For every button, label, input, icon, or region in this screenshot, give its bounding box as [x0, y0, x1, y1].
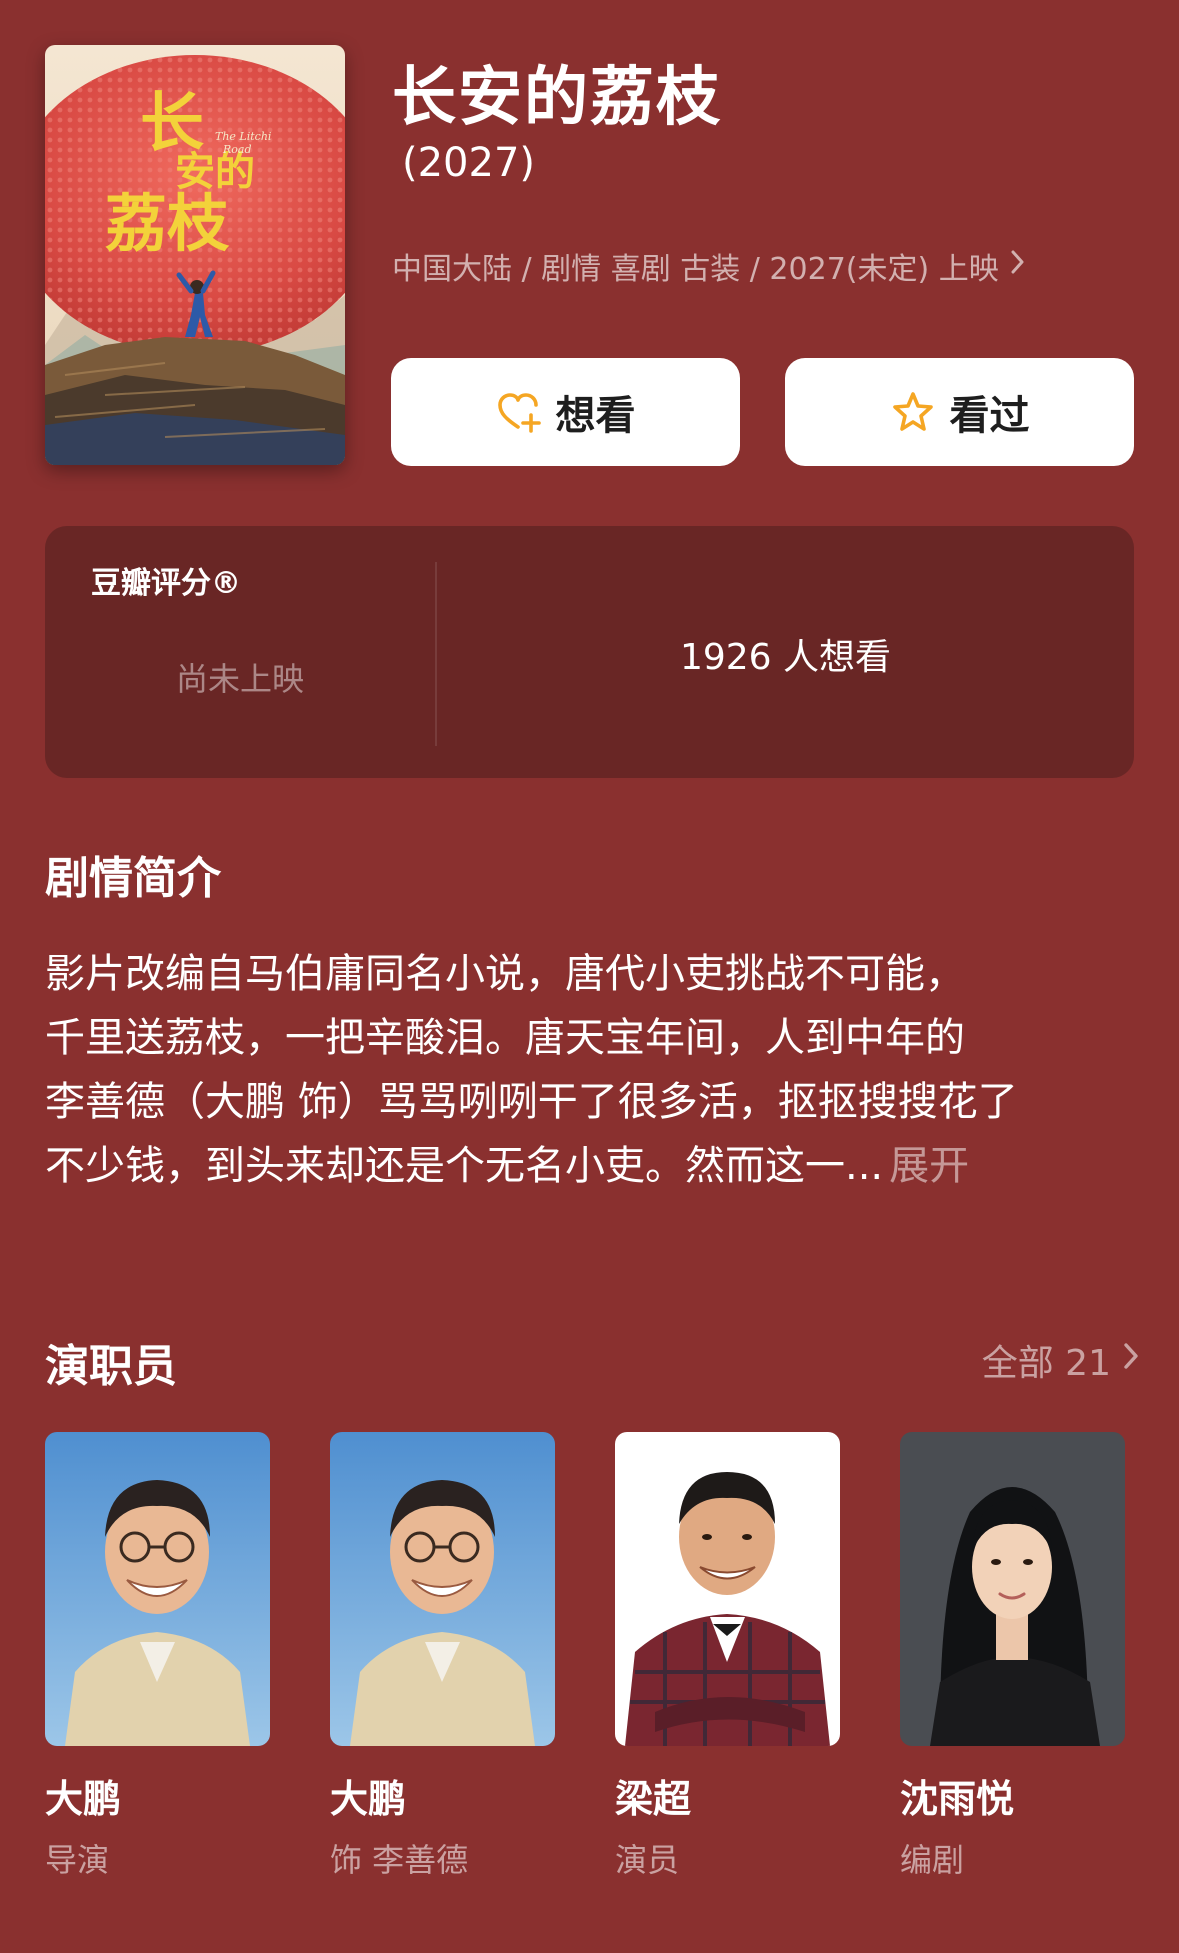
want-to-watch-button[interactable]: 想看 [391, 358, 740, 466]
movie-poster[interactable]: 长 安的 荔枝 The Litchi Road [45, 45, 345, 465]
cast-name: 梁超 [615, 1777, 692, 1821]
star-outline-icon [890, 389, 936, 435]
rating-status: 尚未上映 [175, 660, 304, 698]
cast-card[interactable]: 梁超 演员 [615, 1432, 840, 1881]
synopsis-line-last: 不少钱，到头来却还是个无名小吏。然而这一... 展开 [45, 1134, 1145, 1198]
cast-role: 导演 [45, 1841, 110, 1879]
chevron-right-icon [1009, 248, 1027, 284]
synopsis-body: 影片改编自马伯庸同名小说，唐代小吏挑战不可能， 千里送荔枝，一把辛酸泪。唐天宝年… [45, 942, 1145, 1198]
chevron-right-icon [1121, 1340, 1141, 1381]
cast-card[interactable]: 沈雨悦 编剧 [900, 1432, 1125, 1881]
cast-all-link[interactable]: 全部 21 [982, 1334, 1141, 1386]
want-to-watch-label: 想看 [555, 393, 636, 439]
svg-text:Road: Road [222, 143, 252, 156]
movie-title: 长安的荔枝 [392, 61, 722, 135]
svg-text:The Litchi: The Litchi [215, 130, 271, 143]
poster-image: 长 安的 荔枝 The Litchi Road [45, 45, 345, 465]
heart-plus-icon [496, 389, 542, 435]
movie-detail-page: 长 安的 荔枝 The Litchi Road 长安的荔枝 (2027) 中国大… [0, 0, 1179, 1953]
cast-photo [45, 1432, 270, 1746]
rating-card: 豆瓣评分® 尚未上映 1926 人想看 [45, 526, 1134, 778]
cast-name: 沈雨悦 [900, 1777, 1015, 1821]
cast-card[interactable]: 大鹏 导演 [45, 1432, 270, 1881]
synopsis-line: 不少钱，到头来却还是个无名小吏。然而这一... [45, 1143, 884, 1189]
synopsis-expand-link[interactable]: 展开 [889, 1143, 969, 1189]
cast-all-label: 全部 21 [981, 1343, 1111, 1384]
svg-text:荔枝: 荔枝 [105, 187, 230, 260]
watched-button[interactable]: 看过 [785, 358, 1134, 466]
cast-name: 大鹏 [45, 1777, 122, 1821]
wish-count: 1926 人想看 [679, 637, 892, 678]
cast-photo [330, 1432, 555, 1746]
cast-photo [900, 1432, 1125, 1746]
cast-title: 演职员 [45, 1341, 177, 1392]
synopsis-line: 李善德（大鹏 饰）骂骂咧咧干了很多活，抠抠搜搜花了 [45, 1079, 1018, 1125]
cast-role: 演员 [615, 1841, 680, 1879]
synopsis-line: 千里送荔枝，一把辛酸泪。唐天宝年间，人到中年的 [45, 1015, 965, 1061]
movie-meta-text: 中国大陆 / 剧情 喜剧 古装 / 2027(未定) 上映 [392, 252, 999, 287]
cast-photo [615, 1432, 840, 1746]
cast-role: 饰 李善德 [330, 1841, 469, 1879]
synopsis-title: 剧情简介 [45, 853, 221, 904]
movie-meta-link[interactable]: 中国大陆 / 剧情 喜剧 古装 / 2027(未定) 上映 [392, 244, 1027, 288]
synopsis-line: 影片改编自马伯庸同名小说，唐代小吏挑战不可能， [45, 951, 965, 997]
rating-label: 豆瓣评分® [91, 566, 241, 601]
cast-role: 编剧 [900, 1841, 965, 1879]
watched-label: 看过 [949, 393, 1030, 439]
cast-name: 大鹏 [330, 1777, 407, 1821]
cast-card[interactable]: 大鹏 饰 李善德 [330, 1432, 555, 1881]
movie-year: (2027) [402, 140, 536, 186]
